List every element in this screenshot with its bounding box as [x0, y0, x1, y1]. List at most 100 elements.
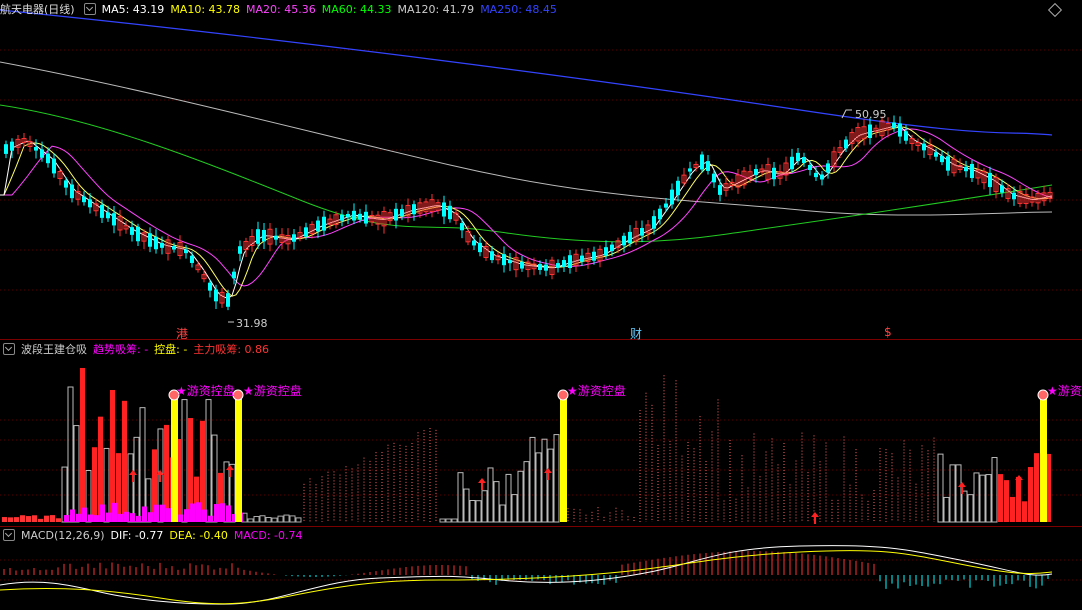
candle-body: [238, 246, 242, 254]
indicator-bar: [44, 515, 49, 522]
candle-body: [316, 220, 320, 232]
candle-body: [562, 260, 566, 267]
indicator-bar: [505, 473, 512, 523]
indicator-bar: [271, 517, 278, 523]
indicator-bar: [457, 472, 464, 523]
indicator-bar: [985, 474, 992, 523]
candle-body: [346, 214, 350, 218]
candle-body: [688, 168, 692, 172]
candle-body: [946, 156, 950, 171]
magenta-bar: [184, 509, 189, 522]
event-marker-gang[interactable]: 港: [176, 325, 188, 342]
indicator-bar: [979, 474, 986, 523]
magenta-bar: [214, 504, 219, 522]
indicator-bar: [493, 481, 500, 523]
candle-body: [658, 208, 662, 220]
trend-absorb-label: 趋势吸筹: -: [93, 343, 149, 356]
magenta-bar: [160, 504, 165, 522]
indicator-bar: [535, 452, 542, 523]
indicator-bar: [998, 474, 1003, 522]
candle-body: [52, 158, 56, 174]
indicator-bar: [1034, 453, 1039, 522]
indicator-bar: [56, 518, 61, 522]
indicator1-toggle-button[interactable]: [3, 343, 15, 355]
magenta-bar: [208, 515, 213, 522]
arrow-up-icon: [958, 482, 966, 494]
candle-body: [796, 152, 800, 162]
arrow-up-icon: [478, 478, 486, 490]
stock-title: 航天电器(日线): [0, 3, 75, 16]
indicator-bar: [253, 515, 260, 523]
indicator-bar: [1028, 467, 1033, 522]
candle-body: [670, 189, 674, 205]
magenta-bar: [226, 505, 231, 522]
candle-body: [304, 227, 308, 237]
candle-body: [322, 216, 326, 231]
indicator-bar: [181, 399, 188, 523]
event-marker-cai[interactable]: 财: [630, 325, 642, 342]
indicator-bar: [529, 436, 536, 523]
candle-body: [70, 184, 74, 199]
indicator-bar: [110, 389, 115, 522]
candle-body: [844, 139, 848, 149]
indicator-bar: [283, 514, 290, 523]
magenta-bar: [82, 507, 87, 522]
control-label: 控盘: -: [154, 343, 188, 356]
indicator-bar: [265, 517, 272, 523]
magenta-bar: [94, 515, 99, 522]
panel-toggle-button[interactable]: [83, 3, 96, 15]
stock-chart-canvas[interactable]: [0, 0, 1082, 610]
indicator-bar: [955, 464, 962, 523]
candle-body: [718, 185, 722, 195]
indicator-bar: [541, 438, 548, 523]
candle-body: [4, 144, 8, 154]
candle-body: [898, 123, 902, 137]
indicator-bar: [973, 472, 980, 523]
event-marker-dollar[interactable]: $: [884, 325, 892, 339]
signal-column: [171, 392, 178, 522]
macd-toggle-button[interactable]: [3, 529, 15, 541]
magenta-bar: [196, 502, 201, 522]
candle-body: [934, 152, 938, 157]
candle-body: [808, 164, 812, 171]
candle-body: [172, 246, 176, 250]
low-price-label: 31.98: [236, 317, 268, 330]
indicator1-name: 波段王建仓吸: [21, 343, 87, 356]
candle-body: [1012, 192, 1016, 200]
candle-body: [352, 210, 356, 221]
ma10-line: [0, 126, 1053, 297]
candle-body: [190, 255, 194, 263]
candle-body: [412, 204, 416, 215]
macd-name: MACD(12,26,9): [21, 529, 105, 542]
candle-body: [100, 204, 104, 218]
high-price-label: 50.95: [855, 108, 887, 121]
indicator-bar: [967, 494, 974, 523]
indicator-bar: [961, 490, 968, 523]
macd-value-label: MACD: -0.74: [233, 529, 303, 542]
candle-body: [970, 163, 974, 179]
signal-column: [1040, 392, 1047, 522]
candle-body: [502, 254, 506, 266]
indicator1-header: 波段王建仓吸 趋势吸筹: - 控盘: - 主力吸筹: 0.86: [0, 341, 275, 359]
candle-body: [814, 172, 818, 178]
ma20-label: MA20: 45.36: [246, 3, 316, 16]
candle-body: [622, 235, 626, 246]
magenta-bar: [154, 504, 159, 522]
candle-body: [40, 149, 44, 158]
candle-body: [820, 174, 824, 180]
signal-label-1: ★游资控盘: [176, 384, 235, 398]
indicator-bar: [38, 518, 43, 522]
candle-body: [64, 180, 68, 188]
indicator-bar: [499, 504, 506, 523]
indicator-bar: [937, 453, 944, 523]
ma10-label: MA10: 43.78: [170, 3, 241, 16]
candle-body: [754, 169, 758, 175]
magenta-bar: [118, 513, 123, 522]
indicator-bar: [277, 515, 284, 523]
candle-body: [868, 124, 872, 138]
candle-body: [664, 203, 668, 208]
candle-body: [256, 229, 260, 244]
indicator-bar: [205, 399, 212, 523]
candle-body: [34, 146, 38, 151]
main-panel-header: 航天电器(日线) MA5: 43.19 MA10: 43.78 MA20: 45.36…: [0, 1, 563, 19]
